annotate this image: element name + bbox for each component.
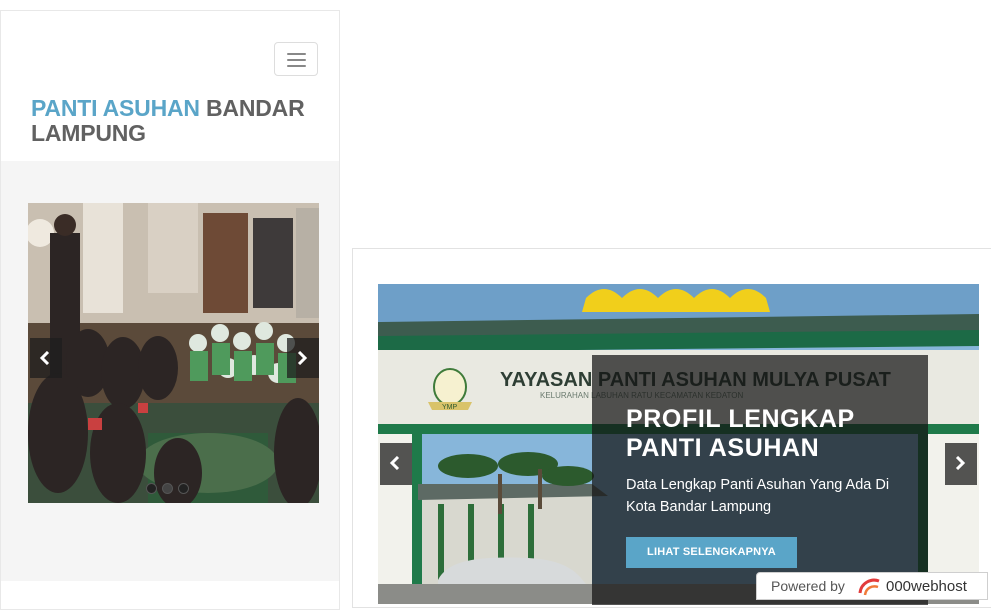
- view-details-button[interactable]: LIHAT SELENGKAPNYA: [626, 537, 797, 568]
- host-brand-label: 000webhost: [886, 578, 967, 595]
- chevron-left-icon: [389, 456, 400, 470]
- chevron-left-icon: [39, 351, 50, 365]
- hero-carousel-next-button[interactable]: [945, 443, 977, 485]
- 000webhost-swirl-icon: [858, 578, 880, 596]
- hamburger-menu-button[interactable]: [274, 42, 318, 76]
- site-brand[interactable]: PANTI ASUHAN BANDAR LAMPUNG: [31, 96, 331, 146]
- mobile-carousel-prev-button[interactable]: [30, 338, 62, 378]
- mobile-header: PANTI ASUHAN BANDAR LAMPUNG: [1, 11, 339, 161]
- carousel-indicator-active[interactable]: [162, 483, 173, 494]
- chevron-right-icon: [955, 456, 966, 470]
- hero-carousel-prev-button[interactable]: [380, 443, 412, 485]
- brand-accent: PANTI ASUHAN: [31, 95, 200, 121]
- carousel-indicator[interactable]: [146, 483, 157, 494]
- mobile-carousel-next-button[interactable]: [287, 338, 319, 378]
- hamburger-menu-icon: [287, 59, 306, 61]
- powered-by-label: Powered by: [771, 578, 845, 594]
- mobile-carousel-indicators: [146, 481, 194, 499]
- group-photo-image: [28, 203, 319, 503]
- chevron-right-icon: [297, 351, 308, 365]
- hero-caption-description: Data Lengkap Panti Asuhan Yang Ada Di Ko…: [626, 477, 890, 515]
- carousel-indicator[interactable]: [178, 483, 189, 494]
- hamburger-menu-icon: [287, 65, 306, 67]
- hamburger-menu-icon: [287, 53, 306, 55]
- hero-caption-title: PROFIL LENGKAP PANTI ASUHAN: [626, 405, 855, 462]
- mobile-carousel-slide: [28, 203, 319, 503]
- gate-logo-text: YMP: [442, 404, 458, 411]
- powered-by-badge[interactable]: Powered by 000webhost: [756, 572, 988, 600]
